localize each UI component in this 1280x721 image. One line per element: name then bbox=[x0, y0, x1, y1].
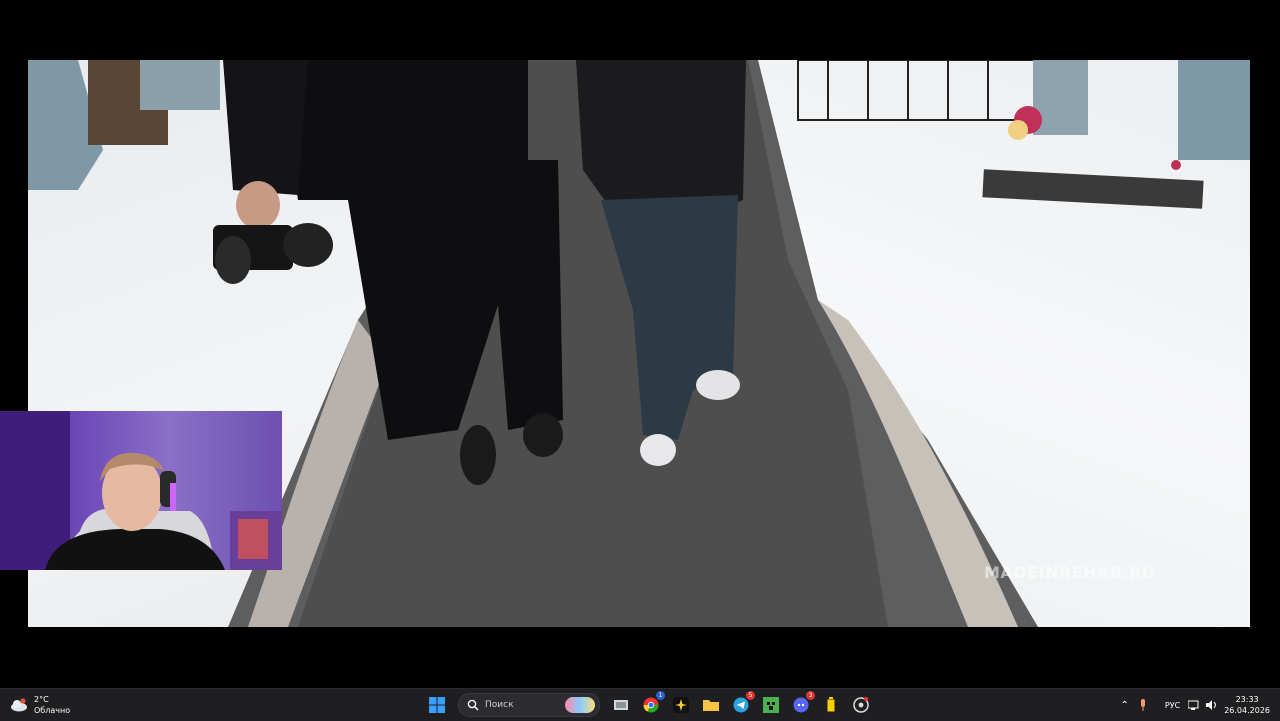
network-icon[interactable] bbox=[1188, 700, 1200, 710]
streamer-webcam bbox=[0, 411, 282, 570]
weather-temperature: 2°C bbox=[34, 695, 49, 704]
telegram-icon[interactable]: 5 bbox=[730, 691, 755, 716]
discord-icon[interactable]: 3 bbox=[790, 691, 815, 716]
webcam-overlay bbox=[0, 411, 282, 570]
start-button[interactable] bbox=[426, 694, 448, 716]
clock[interactable]: 23:33 26.04.2026 bbox=[1224, 694, 1270, 716]
search-placeholder: Поиск bbox=[485, 700, 514, 710]
weather-condition: Облачно bbox=[34, 706, 71, 715]
clock-date: 26.04.2026 bbox=[1224, 706, 1270, 715]
weather-widget[interactable]: 2°C Облачно bbox=[10, 692, 70, 718]
folder-icon[interactable] bbox=[700, 694, 722, 716]
file-explorer-icon[interactable] bbox=[610, 694, 632, 716]
microphone-icon[interactable] bbox=[1139, 699, 1147, 711]
telegram-badge: 5 bbox=[746, 691, 755, 700]
cloudy-weather-icon bbox=[11, 698, 27, 712]
watermark: MADEINREHAB.RU bbox=[984, 563, 1156, 582]
taskbar: 2°C Облачно Поиск 1 5 3 ⌃ РУС 23:33 26.0… bbox=[0, 688, 1280, 721]
clock-time: 23:33 bbox=[1235, 695, 1259, 704]
obs-icon[interactable] bbox=[850, 694, 872, 716]
search-highlight-icon bbox=[565, 697, 595, 713]
sparkle-app-icon[interactable] bbox=[670, 694, 692, 716]
windows-icon bbox=[429, 697, 445, 713]
volume-icon[interactable] bbox=[1206, 700, 1218, 710]
system-tray: ⌃ РУС 23:33 26.04.2026 bbox=[1121, 689, 1271, 721]
language-indicator[interactable]: РУС bbox=[1165, 701, 1180, 710]
chrome-icon[interactable]: 1 bbox=[640, 691, 665, 716]
taskbar-apps: Поиск 1 5 3 bbox=[422, 689, 876, 721]
battery-app-icon[interactable] bbox=[820, 694, 842, 716]
search-icon bbox=[467, 699, 479, 711]
chrome-badge: 1 bbox=[656, 691, 665, 700]
minecraft-icon[interactable] bbox=[760, 694, 782, 716]
search-box[interactable]: Поиск bbox=[458, 693, 600, 717]
discord-badge: 3 bbox=[806, 691, 815, 700]
chevron-up-icon[interactable]: ⌃ bbox=[1121, 700, 1129, 711]
